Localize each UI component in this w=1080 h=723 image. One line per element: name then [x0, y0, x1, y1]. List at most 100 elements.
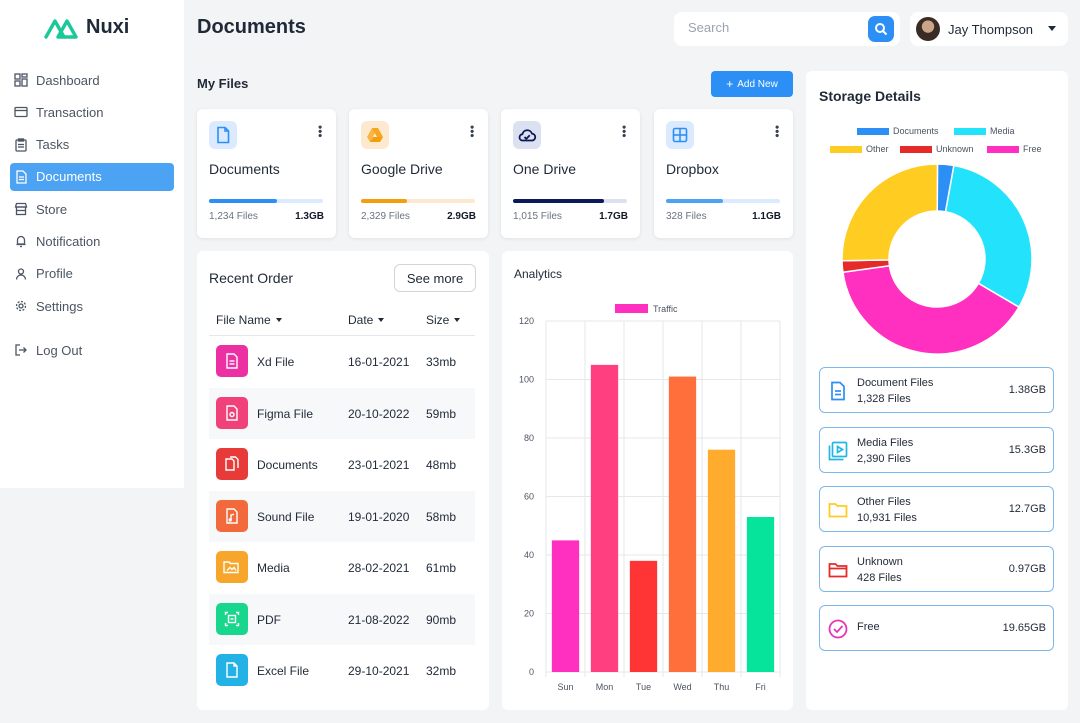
more-icon[interactable]: •••: [313, 125, 327, 138]
more-icon[interactable]: •••: [770, 125, 784, 138]
cloud-icon: [513, 121, 541, 149]
row-file-name: Media: [257, 560, 290, 575]
x-tick-label: Fri: [755, 682, 766, 692]
storage-title: Storage Details: [819, 88, 921, 104]
avatar: [916, 17, 940, 41]
column-header-label: File Name: [216, 313, 271, 327]
sidebar-item-label: Log Out: [36, 342, 83, 358]
search-input[interactable]: [688, 20, 858, 35]
file-card-count: 328 Files: [666, 211, 707, 222]
sort-caret-icon: [378, 318, 385, 322]
legend-item-free: Free: [987, 144, 1042, 154]
google-drive-icon: [361, 121, 389, 149]
table-row[interactable]: Xd File 16-01-2021 33mb: [209, 336, 475, 387]
file-card-size: 1.3GB: [295, 211, 324, 222]
row-date: 28-02-2021: [348, 560, 410, 575]
sidebar-item-documents[interactable]: Documents: [10, 162, 174, 191]
sidebar-item-tasks[interactable]: Tasks: [10, 131, 174, 159]
table-row[interactable]: Sound File 19-01-2020 58mb: [209, 491, 475, 542]
user-name: Jay Thompson: [948, 21, 1034, 37]
sidebar-item-dashboard[interactable]: Dashboard: [10, 66, 174, 94]
legend-label: Other: [866, 144, 889, 154]
column-header-file-name[interactable]: File Name: [216, 313, 282, 327]
bar-tue[interactable]: [629, 560, 658, 672]
recent-order-panel: Recent Order See more File Name Date Siz…: [197, 251, 489, 710]
column-header-date[interactable]: Date: [348, 313, 385, 327]
storage-item-free[interactable]: Free 19.65GB: [819, 605, 1054, 651]
sidebar-item-store[interactable]: Store: [10, 195, 174, 223]
storage-item-size: 19.65GB: [1002, 622, 1046, 634]
bar-mon[interactable]: [590, 364, 619, 672]
row-size: 90mb: [426, 612, 457, 627]
slice-media[interactable]: [944, 164, 1033, 309]
storage-item-unknown[interactable]: Unknown 428 Files 0.97GB: [819, 546, 1054, 592]
document-icon: [16, 170, 27, 184]
row-date: 23-01-2021: [348, 457, 410, 472]
sidebar-item-profile[interactable]: Profile: [10, 260, 174, 288]
legend-label: Traffic: [653, 304, 678, 314]
xd-file-icon: [216, 345, 248, 377]
user-menu[interactable]: Jay Thompson: [910, 12, 1068, 46]
sidebar-item-transaction[interactable]: Transaction: [10, 98, 174, 126]
bar-fri[interactable]: [746, 516, 775, 672]
media-folder-icon: [216, 551, 248, 583]
bar-thu[interactable]: [707, 449, 736, 672]
sidebar-item-label: Settings: [36, 298, 83, 314]
recent-order-title: Recent Order: [209, 270, 294, 286]
see-more-button[interactable]: See more: [394, 264, 476, 292]
sidebar-item-notification[interactable]: Notification: [10, 227, 174, 255]
table-row[interactable]: Media 28-02-2021 61mb: [209, 542, 475, 593]
storage-item-media-files[interactable]: Media Files 2,390 Files 15.3GB: [819, 427, 1054, 473]
storage-progress-bar: [513, 199, 627, 203]
y-tick-label: 20: [524, 609, 534, 619]
more-icon[interactable]: •••: [465, 125, 479, 138]
dropbox-icon: [666, 121, 694, 149]
sidebar-item-label: Profile: [36, 266, 73, 282]
storage-item-document-files[interactable]: Document Files 1,328 Files 1.38GB: [819, 367, 1054, 413]
row-file-name: Xd File: [257, 354, 295, 369]
storage-item-count: 1,328 Files: [857, 393, 911, 405]
analytics-panel: Analytics Traffic 0 20 40 60 80 100 120 Sun Mon Tu…: [502, 251, 793, 710]
file-card-dropbox[interactable]: ••• Dropbox 328 Files 1.1GB: [654, 109, 793, 238]
folder-icon: [828, 563, 848, 578]
y-tick-label: 100: [519, 375, 534, 385]
document-icon: [209, 121, 237, 149]
add-new-button[interactable]: + Add New: [711, 71, 793, 97]
storage-item-name: Media Files: [857, 437, 914, 449]
row-size: 33mb: [426, 354, 457, 369]
storage-details-panel: Storage Details Documents Media Other Un…: [806, 71, 1068, 710]
bar-wed[interactable]: [668, 376, 697, 672]
legend-swatch: [615, 304, 648, 313]
legend-swatch: [857, 127, 889, 135]
gear-icon: [15, 300, 27, 312]
logo[interactable]: Nuxi: [44, 16, 129, 39]
column-header-size[interactable]: Size: [426, 313, 461, 327]
more-icon[interactable]: •••: [617, 125, 631, 138]
bar-sun[interactable]: [551, 540, 580, 672]
table-row[interactable]: PDF 21-08-2022 90mb: [209, 594, 475, 645]
table-row[interactable]: Documents 23-01-2021 48mb: [209, 439, 475, 490]
add-new-label: Add New: [737, 78, 778, 90]
row-file-name: Excel File: [257, 663, 310, 678]
search-button[interactable]: [868, 16, 894, 42]
sidebar-item-label: Documents: [36, 169, 102, 185]
slice-other[interactable]: [841, 163, 939, 262]
file-card-documents[interactable]: ••• Documents 1,234 Files 1.3GB: [197, 109, 336, 238]
table-row[interactable]: Figma File 20-10-2022 59mb: [209, 388, 475, 439]
table-row[interactable]: Excel File 29-10-2021 32mb: [209, 645, 475, 696]
sidebar-item-logout[interactable]: Log Out: [10, 336, 174, 364]
search-box: [674, 12, 900, 46]
file-card-google-drive[interactable]: ••• Google Drive 2,329 Files 2.9GB: [349, 109, 488, 238]
row-size: 32mb: [426, 663, 457, 678]
file-card-count: 1,234 Files: [209, 211, 258, 222]
y-tick-label: 40: [524, 550, 534, 560]
file-card-one-drive[interactable]: ••• One Drive 1,015 Files 1.7GB: [501, 109, 640, 238]
storage-item-count: 10,931 Files: [857, 512, 917, 524]
page-title: Documents: [197, 16, 306, 38]
nuxi-logo-icon: [44, 18, 78, 39]
storage-item-other-files[interactable]: Other Files 10,931 Files 12.7GB: [819, 486, 1054, 532]
sidebar-item-settings[interactable]: Settings: [10, 292, 174, 320]
legend-swatch: [900, 145, 932, 153]
file-card-size: 1.1GB: [752, 211, 781, 222]
column-header-label: Date: [348, 313, 374, 327]
